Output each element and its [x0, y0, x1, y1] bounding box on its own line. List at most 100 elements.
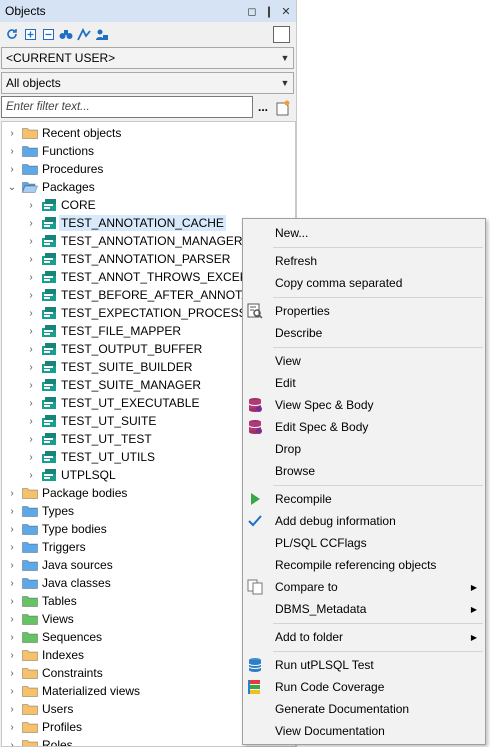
- menu-item-add-debug-information[interactable]: Add debug information: [243, 510, 485, 532]
- chevron-right-icon[interactable]: ›: [6, 578, 18, 589]
- menu-item-view-documentation[interactable]: View Documentation: [243, 720, 485, 742]
- filter-input[interactable]: Enter filter text...: [1, 96, 253, 118]
- tree-item-category-bottom-6[interactable]: › Tables: [6, 592, 76, 610]
- menu-item-properties[interactable]: Properties: [243, 300, 485, 322]
- pin-button[interactable]: ❙: [262, 5, 276, 18]
- menu-item-browse[interactable]: Browse: [243, 460, 485, 482]
- menu-item-copy-comma-separated[interactable]: Copy comma separated: [243, 272, 485, 294]
- object-type-select[interactable]: All objects ▼: [1, 72, 294, 94]
- chevron-right-icon[interactable]: ›: [25, 308, 37, 319]
- chevron-right-icon[interactable]: ›: [25, 272, 37, 283]
- tree-item-category-bottom-11[interactable]: › Materialized views: [6, 682, 140, 700]
- chevron-right-icon[interactable]: ›: [25, 452, 37, 463]
- tree-item-category-bottom-1[interactable]: › Types: [6, 502, 74, 520]
- menu-item-run-code-coverage[interactable]: Run Code Coverage: [243, 676, 485, 698]
- menu-item-new[interactable]: New...: [243, 222, 485, 244]
- chevron-right-icon[interactable]: ›: [6, 488, 18, 499]
- chevron-right-icon[interactable]: ›: [6, 596, 18, 607]
- new-filter-icon[interactable]: [276, 100, 290, 116]
- tree-item-package-13[interactable]: › TEST_UT_TEST: [25, 430, 151, 448]
- chevron-right-icon[interactable]: ›: [25, 362, 37, 373]
- chevron-right-icon[interactable]: ›: [25, 398, 37, 409]
- filter-icon[interactable]: [76, 26, 92, 42]
- find-icon[interactable]: [58, 26, 74, 42]
- tree-item-category-bottom-13[interactable]: › Profiles: [6, 718, 82, 736]
- menu-item-dbms-metadata[interactable]: DBMS_Metadata ▶: [243, 598, 485, 620]
- chevron-right-icon[interactable]: ›: [6, 164, 18, 175]
- tree-item-category-0[interactable]: › Recent objects: [6, 124, 121, 142]
- chevron-right-icon[interactable]: ›: [6, 128, 18, 139]
- chevron-right-icon[interactable]: ›: [6, 650, 18, 661]
- tree-item-package-7[interactable]: › TEST_FILE_MAPPER: [25, 322, 181, 340]
- tree-item-package-8[interactable]: › TEST_OUTPUT_BUFFER: [25, 340, 202, 358]
- owner-select[interactable]: <CURRENT USER> ▼: [1, 47, 294, 69]
- tree-item-package-6[interactable]: › TEST_EXPECTATION_PROCESSOR: [25, 304, 264, 322]
- options-checkbox[interactable]: [273, 26, 290, 43]
- tree-item-package-9[interactable]: › TEST_SUITE_BUILDER: [25, 358, 192, 376]
- tree-item-category-3[interactable]: ⌄ Packages: [6, 178, 95, 196]
- chevron-right-icon[interactable]: ›: [6, 722, 18, 733]
- chevron-right-icon[interactable]: ›: [6, 614, 18, 625]
- tree-item-category-bottom-10[interactable]: › Constraints: [6, 664, 102, 682]
- chevron-right-icon[interactable]: ›: [6, 686, 18, 697]
- collapse-all-icon[interactable]: [40, 26, 56, 42]
- chevron-right-icon[interactable]: ›: [25, 344, 37, 355]
- tree-item-category-bottom-14[interactable]: › Roles: [6, 736, 73, 747]
- chevron-right-icon[interactable]: ›: [6, 524, 18, 535]
- menu-item-compare-to[interactable]: Compare to ▶: [243, 576, 485, 598]
- tree-item-package-12[interactable]: › TEST_UT_SUITE: [25, 412, 156, 430]
- tree-item-category-bottom-4[interactable]: › Java sources: [6, 556, 112, 574]
- chevron-right-icon[interactable]: ›: [25, 416, 37, 427]
- menu-item-recompile-referencing-objects[interactable]: Recompile referencing objects: [243, 554, 485, 576]
- menu-item-describe[interactable]: Describe: [243, 322, 485, 344]
- tree-item-category-bottom-7[interactable]: › Views: [6, 610, 73, 628]
- chevron-right-icon[interactable]: ›: [25, 380, 37, 391]
- chevron-right-icon[interactable]: ›: [25, 290, 37, 301]
- tree-item-package-15[interactable]: › UTPLSQL: [25, 466, 115, 484]
- menu-item-pl-sql-ccflags[interactable]: PL/SQL CCFlags: [243, 532, 485, 554]
- user-filter-icon[interactable]: [94, 26, 110, 42]
- tree-item-package-14[interactable]: › TEST_UT_UTILS: [25, 448, 155, 466]
- menu-item-recompile[interactable]: Recompile: [243, 488, 485, 510]
- chevron-right-icon[interactable]: ›: [25, 434, 37, 445]
- menu-item-add-to-folder[interactable]: Add to folder ▶: [243, 626, 485, 648]
- menu-item-edit-spec-body[interactable]: Edit Spec & Body: [243, 416, 485, 438]
- chevron-right-icon[interactable]: ›: [6, 668, 18, 679]
- tree-item-package-1[interactable]: › TEST_ANNOTATION_CACHE: [25, 214, 226, 232]
- refresh-icon[interactable]: [4, 26, 20, 42]
- chevron-right-icon[interactable]: ›: [25, 236, 37, 247]
- tree-item-category-bottom-0[interactable]: › Package bodies: [6, 484, 127, 502]
- float-button[interactable]: ◻: [245, 5, 259, 18]
- chevron-right-icon[interactable]: ›: [25, 326, 37, 337]
- chevron-right-icon[interactable]: ›: [6, 632, 18, 643]
- menu-item-refresh[interactable]: Refresh: [243, 250, 485, 272]
- tree-item-category-1[interactable]: › Functions: [6, 142, 94, 160]
- tree-item-package-11[interactable]: › TEST_UT_EXECUTABLE: [25, 394, 199, 412]
- chevron-right-icon[interactable]: ›: [6, 740, 18, 747]
- tree-item-package-0[interactable]: › CORE: [25, 196, 95, 214]
- tree-item-package-2[interactable]: › TEST_ANNOTATION_MANAGER: [25, 232, 242, 250]
- menu-item-drop[interactable]: Drop: [243, 438, 485, 460]
- tree-item-category-bottom-9[interactable]: › Indexes: [6, 646, 84, 664]
- menu-item-run-utplsql-test[interactable]: Run utPLSQL Test: [243, 654, 485, 676]
- chevron-right-icon[interactable]: ›: [6, 560, 18, 571]
- chevron-right-icon[interactable]: ›: [25, 254, 37, 265]
- tree-item-category-bottom-12[interactable]: › Users: [6, 700, 73, 718]
- chevron-right-icon[interactable]: ›: [6, 542, 18, 553]
- tree-item-package-3[interactable]: › TEST_ANNOTATION_PARSER: [25, 250, 230, 268]
- menu-item-view[interactable]: View: [243, 350, 485, 372]
- tree-item-category-bottom-8[interactable]: › Sequences: [6, 628, 102, 646]
- tree-item-category-bottom-2[interactable]: › Type bodies: [6, 520, 106, 538]
- tree-item-package-10[interactable]: › TEST_SUITE_MANAGER: [25, 376, 201, 394]
- filter-options-button[interactable]: ...: [258, 100, 268, 114]
- expand-all-icon[interactable]: [22, 26, 38, 42]
- chevron-right-icon[interactable]: ›: [25, 218, 37, 229]
- close-button[interactable]: ✕: [279, 5, 293, 18]
- menu-item-edit[interactable]: Edit: [243, 372, 485, 394]
- chevron-down-icon[interactable]: ⌄: [6, 182, 18, 193]
- chevron-right-icon[interactable]: ›: [6, 146, 18, 157]
- tree-item-category-bottom-5[interactable]: › Java classes: [6, 574, 110, 592]
- tree-item-category-2[interactable]: › Procedures: [6, 160, 103, 178]
- menu-item-generate-documentation[interactable]: Generate Documentation: [243, 698, 485, 720]
- chevron-right-icon[interactable]: ›: [25, 470, 37, 481]
